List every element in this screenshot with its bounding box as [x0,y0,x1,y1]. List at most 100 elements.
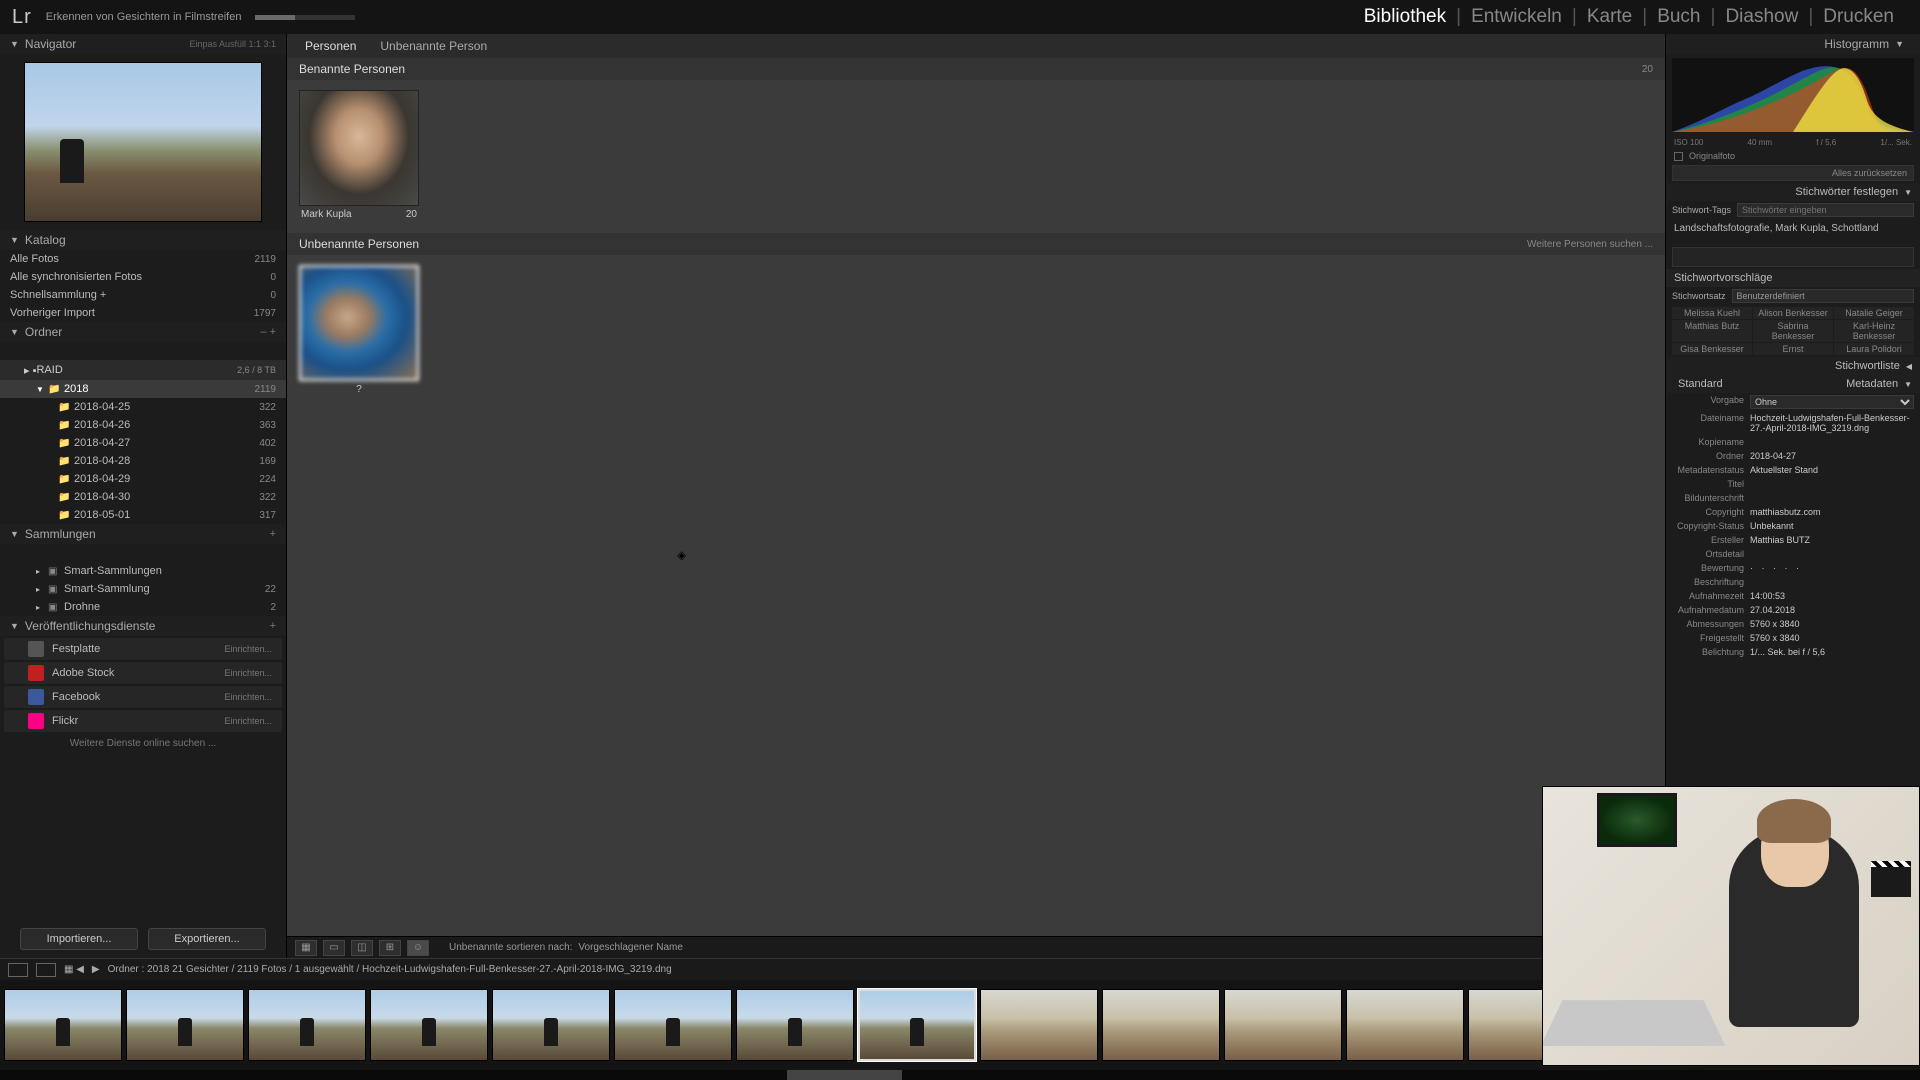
module-library[interactable]: Bibliothek [1354,6,1456,28]
metadata-row[interactable]: MetadatenstatusAktuellster Stand [1666,463,1920,477]
sort-value[interactable]: Vorgeschlagener Name [578,942,683,953]
folders-filter-icon[interactable]: – + [260,326,276,338]
metadata-row[interactable]: Bewertung· · · · · [1666,561,1920,575]
metadata-row[interactable]: Ordner2018-04-27 [1666,449,1920,463]
metadata-row[interactable]: Aufnahmezeit14:00:53 [1666,589,1920,603]
collection-item[interactable]: ▸▣Smart-Sammlungen [0,562,286,580]
metadata-row[interactable]: Abmessungen5760 x 3840 [1666,617,1920,631]
primary-display-icon[interactable] [36,963,56,977]
export-button[interactable]: Exportieren... [148,928,266,950]
view-grid-icon[interactable]: ▦ [295,940,317,956]
folder-date[interactable]: 📁2018-04-26363 [0,416,286,434]
add-collection-icon[interactable]: + [270,528,276,540]
filmstrip-thumb[interactable] [614,989,732,1061]
filmstrip-thumb[interactable] [492,989,610,1061]
catalog-item[interactable]: Schnellsammlung +0 [0,286,286,304]
keyword-body[interactable]: Landschaftsfotografie, Mark Kupla, Schot… [1666,219,1920,245]
folder-date[interactable]: 📁2018-04-29224 [0,470,286,488]
keyword-suggestions-header[interactable]: Stichwortvorschläge [1666,269,1920,287]
keyword-suggestion[interactable]: Laura Polidori [1834,343,1914,355]
view-people-icon[interactable]: ☺ [407,940,429,956]
add-publish-icon[interactable]: + [270,620,276,632]
filmstrip-thumb[interactable] [126,989,244,1061]
module-slideshow[interactable]: Diashow [1715,6,1808,28]
publish-service[interactable]: FestplatteEinrichten... [4,638,282,660]
module-map[interactable]: Karte [1577,6,1642,28]
person-face-thumb[interactable] [299,90,419,206]
folder-date[interactable]: 📁2018-04-27402 [0,434,286,452]
keyword-suggestion[interactable]: Melissa Kuehl [1672,307,1752,319]
collection-item[interactable]: ▸▣Drohne2 [0,598,286,616]
keyword-suggestion[interactable]: Matthias Butz [1672,320,1752,342]
metadata-row[interactable]: Bildunterschrift [1666,491,1920,505]
filmstrip-scrollbar[interactable] [0,1070,1920,1080]
filmstrip-thumb[interactable] [1224,989,1342,1061]
navigator-modes[interactable]: Einpas Ausfüll 1:1 3:1 [189,39,276,49]
reset-all-button[interactable]: Alles zurücksetzen [1672,165,1914,181]
metadata-header[interactable]: StandardMetadaten▼ [1666,375,1920,393]
module-develop[interactable]: Entwickeln [1461,6,1572,28]
metadata-row[interactable]: Copyright-StatusUnbekannt [1666,519,1920,533]
filmstrip-thumb[interactable] [858,989,976,1061]
collection-item[interactable]: ▸▣Smart-Sammlung22 [0,580,286,598]
keyword-tags-input[interactable] [1737,203,1914,217]
breadcrumb-people[interactable]: Personen [305,39,356,53]
metadata-row[interactable]: Freigestellt5760 x 3840 [1666,631,1920,645]
keyword-suggestion[interactable]: Karl-Heinz Benkesser [1834,320,1914,342]
find-more-people[interactable]: Weitere Personen suchen ... [1527,239,1653,250]
publish-service[interactable]: FlickrEinrichten... [4,710,282,732]
catalog-item[interactable]: Alle synchronisierten Fotos0 [0,268,286,286]
metadata-row[interactable]: Ortsdetail [1666,547,1920,561]
publish-service[interactable]: FacebookEinrichten... [4,686,282,708]
folder-date[interactable]: 📁2018-04-28169 [0,452,286,470]
folder-date[interactable]: 📁2018-04-30322 [0,488,286,506]
metadata-row[interactable]: Copyrightmatthiasbutz.com [1666,505,1920,519]
unnamed-person-label[interactable]: ? [356,384,362,395]
keyword-suggestion[interactable]: Gisa Benkesser [1672,343,1752,355]
collections-header[interactable]: ▼Sammlungen+ [0,524,286,544]
filmstrip-thumb[interactable] [370,989,488,1061]
catalog-item[interactable]: Alle Fotos2119 [0,250,286,268]
publish-service[interactable]: Adobe StockEinrichten... [4,662,282,684]
volume-raid[interactable]: ▸ ▪ RAID2,6 / 8 TB [0,360,286,380]
original-photo-checkbox[interactable]: Originalfoto [1666,149,1920,163]
keyword-list-header[interactable]: Stichwortliste◀ [1666,357,1920,375]
metadata-row[interactable]: VorgabeOhne [1666,393,1920,411]
folders-header[interactable]: ▼Ordner– + [0,322,286,342]
metadata-row[interactable]: ErstellerMatthias BUTZ [1666,533,1920,547]
folder-date[interactable]: 📁2018-05-01317 [0,506,286,524]
folder-date[interactable]: 📁2018-04-25322 [0,398,286,416]
folder-search[interactable] [0,342,286,360]
grid-nav-back-icon[interactable]: ▦ ◀ [64,964,84,975]
unnamed-person-tile[interactable]: ? [299,265,419,398]
unnamed-face-thumb[interactable] [299,265,419,381]
publish-header[interactable]: ▼Veröffentlichungsdienste+ [0,616,286,636]
filmstrip-thumb[interactable] [1346,989,1464,1061]
view-survey-icon[interactable]: ⊞ [379,940,401,956]
module-print[interactable]: Drucken [1813,6,1904,28]
view-compare-icon[interactable]: ◫ [351,940,373,956]
import-button[interactable]: Importieren... [20,928,138,950]
filmstrip-thumb[interactable] [1102,989,1220,1061]
filmstrip-thumb[interactable] [248,989,366,1061]
filmstrip-path[interactable]: Ordner : 2018 21 Gesichter / 2119 Fotos … [108,964,672,975]
histogram[interactable] [1672,58,1914,132]
metadata-row[interactable]: Beschriftung [1666,575,1920,589]
filmstrip-thumb[interactable] [4,989,122,1061]
grid-nav-fwd-icon[interactable]: ▶ [92,964,100,975]
histogram-header[interactable]: Histogramm▼ [1666,34,1920,54]
breadcrumb-unnamed[interactable]: Unbenannte Person [380,39,487,53]
publish-more-services[interactable]: Weitere Dienste online suchen ... [0,734,286,753]
keyword-suggestion[interactable]: Sabrina Benkesser [1753,320,1833,342]
keywording-header[interactable]: Stichwörter festlegen▼ [1666,183,1920,201]
keyword-add-input[interactable] [1672,247,1914,267]
metadata-row[interactable]: Belichtung1/... Sek. bei f / 5,6 [1666,645,1920,659]
named-person-tile[interactable]: Mark Kupla20 [299,90,419,223]
keyword-suggestion[interactable]: Natalie Geiger [1834,307,1914,319]
module-book[interactable]: Buch [1647,6,1710,28]
navigator-preview[interactable] [24,62,262,222]
keyword-suggestion[interactable]: Ernst [1753,343,1833,355]
filmstrip-thumb[interactable] [736,989,854,1061]
keyword-set-select[interactable] [1732,289,1914,303]
folder-year[interactable]: ▼📁20182119 [0,380,286,398]
